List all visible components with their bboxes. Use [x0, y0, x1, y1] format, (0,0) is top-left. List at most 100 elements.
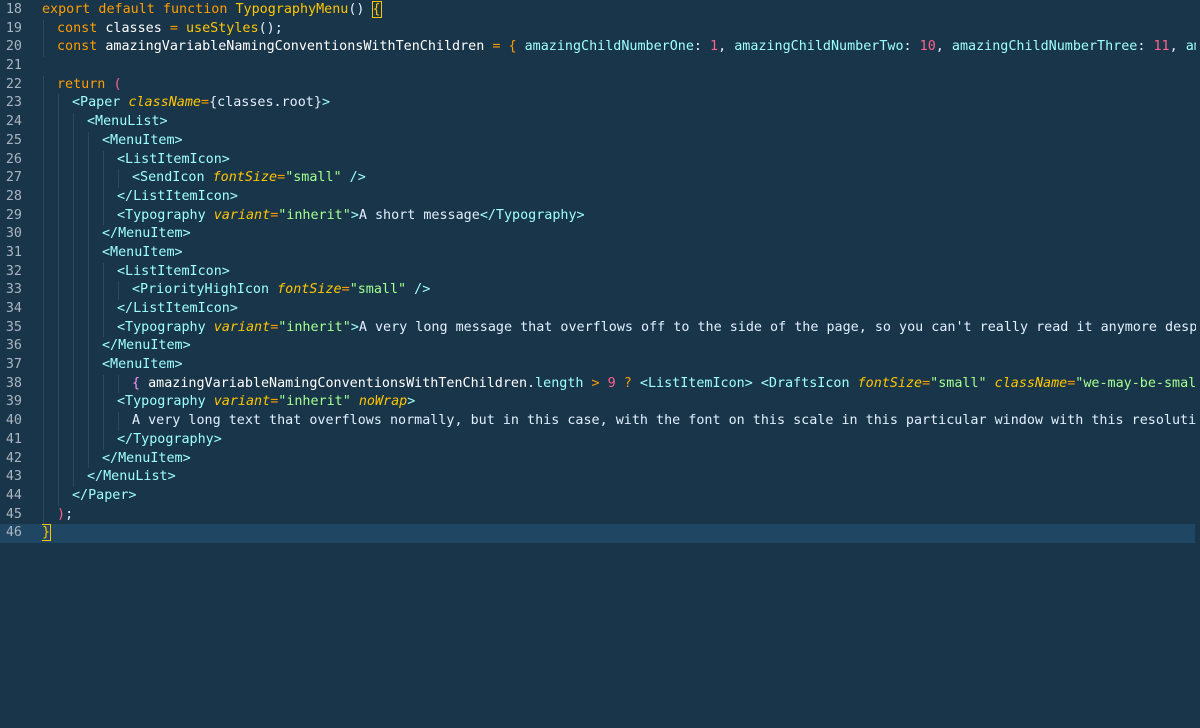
- code-token: const: [57, 20, 106, 36]
- code-line[interactable]: 33 <PriorityHighIcon fontSize="small" />: [0, 281, 1200, 300]
- code-token: />: [406, 282, 431, 298]
- code-token: }: [42, 524, 52, 542]
- indent-guide: [103, 187, 104, 207]
- code-token: amazingChildNumberOne: [524, 39, 694, 55]
- code-line[interactable]: 21: [0, 57, 1200, 76]
- indent-guide: [43, 449, 44, 469]
- indent-guide: [58, 449, 59, 469]
- code-content: <MenuList>: [87, 113, 1196, 132]
- code-line[interactable]: 19 const classes = useStyles();: [0, 19, 1200, 39]
- code-line[interactable]: 45);: [0, 505, 1200, 525]
- code-line[interactable]: 29 <Typography variant="inherit">A short …: [0, 206, 1200, 226]
- line-number: 26: [5, 151, 22, 167]
- code-token: variant: [213, 319, 271, 335]
- indent-guide: [88, 131, 89, 151]
- indent-guide: [43, 187, 44, 207]
- indent-guide: [73, 281, 74, 300]
- indent-guide: [58, 374, 59, 394]
- code-content: <MenuItem>: [102, 132, 1196, 151]
- code-content: <Typography variant="inherit" noWrap>: [117, 393, 1196, 412]
- indent-guide: [73, 169, 74, 188]
- code-line[interactable]: 41 </Typography>: [0, 430, 1200, 450]
- code-line[interactable]: 35 <Typography variant="inherit">A very l…: [0, 318, 1200, 338]
- code-line[interactable]: 34 </ListItemIcon>: [0, 300, 1200, 319]
- indent-guide: [88, 206, 89, 226]
- code-line[interactable]: 42 </MenuItem>: [0, 449, 1200, 469]
- code-line[interactable]: 37 <MenuItem>: [0, 356, 1200, 375]
- indent-guide: [43, 505, 44, 525]
- indent-guide: [103, 430, 104, 450]
- code-line[interactable]: 18 export default function TypographyMenu…: [0, 1, 1200, 20]
- indent-guide: [43, 262, 44, 282]
- code-token: >: [321, 95, 330, 111]
- line-number: 19: [5, 20, 22, 36]
- code-token: <MenuList>: [87, 114, 168, 130]
- code-token: .: [527, 375, 536, 391]
- code-line[interactable]: 43 </MenuList>: [0, 468, 1200, 487]
- code-line[interactable]: 27 <SendIcon fontSize="small" />: [0, 169, 1200, 188]
- indent-guide: [73, 262, 74, 282]
- code-token: </ListItemIcon>: [117, 301, 238, 316]
- code-line[interactable]: 31 <MenuItem>: [0, 243, 1200, 263]
- code-line[interactable]: 40 A very long text that overflows normal…: [0, 412, 1200, 431]
- indent-guide: [88, 243, 89, 263]
- code-token: return: [57, 76, 114, 92]
- code-line[interactable]: 23 <Paper className={classes.root}>: [0, 94, 1200, 114]
- line-number: 20: [5, 39, 22, 55]
- code-line[interactable]: 25 <MenuItem>: [0, 131, 1200, 151]
- code-token: ,: [935, 39, 952, 55]
- code-token: (): [348, 2, 373, 17]
- code-line[interactable]: 20 const amazingVariableNamingConventions…: [0, 38, 1200, 58]
- code-content: return (: [57, 76, 1196, 95]
- code-token: {classes.root}: [209, 95, 322, 111]
- code-line[interactable]: 46}: [0, 524, 1195, 543]
- code-line[interactable]: 38 { amazingVariableNamingConventionsWith…: [0, 374, 1200, 394]
- code-line[interactable]: 30 </MenuItem>: [0, 225, 1200, 244]
- code-content: </MenuItem>: [102, 337, 1196, 356]
- code-token: amazingChildNumb: [1185, 39, 1196, 55]
- code-token: "inherit": [278, 207, 351, 223]
- code-token: classes: [105, 20, 170, 36]
- indent-guide: [73, 468, 74, 487]
- code-line[interactable]: 39 <Typography variant="inherit" noWrap>: [0, 393, 1200, 413]
- indent-guide: [43, 337, 44, 357]
- indent-guide: [103, 169, 104, 188]
- indent-guide: [58, 94, 59, 114]
- code-line[interactable]: 22 return (: [0, 75, 1200, 95]
- code-line[interactable]: 32 <ListItemIcon>: [0, 262, 1200, 282]
- indent-guide: [43, 468, 44, 487]
- code-token: <ListItemIcon>: [117, 151, 230, 167]
- code-token: const: [57, 39, 106, 55]
- indent-guide: [73, 225, 74, 244]
- code-token: variant: [213, 394, 271, 410]
- code-line[interactable]: 28 </ListItemIcon>: [0, 187, 1200, 207]
- code-content: <ListItemIcon>: [117, 263, 1196, 282]
- code-line[interactable]: 44 </Paper>: [0, 486, 1200, 506]
- line-number: 39: [5, 394, 22, 410]
- code-editor[interactable]: 18 export default function TypographyMenu…: [0, 0, 1200, 728]
- code-token: </Typography>: [479, 207, 585, 223]
- line-number: 33: [5, 282, 22, 298]
- code-line[interactable]: 24 <MenuList>: [0, 113, 1200, 132]
- code-line[interactable]: 26 <ListItemIcon>: [0, 150, 1200, 170]
- code-token: (): [258, 20, 275, 36]
- indent-guide: [58, 356, 59, 375]
- code-line[interactable]: 36 </MenuItem>: [0, 337, 1200, 357]
- code-token: <Typography: [117, 207, 214, 223]
- indent-guide: [58, 187, 59, 207]
- indent-guide: [88, 393, 89, 413]
- code-token: length: [535, 375, 592, 391]
- indent-guide: [58, 393, 59, 413]
- code-token: >: [407, 394, 416, 410]
- code-content: <ListItemIcon>: [117, 151, 1196, 170]
- indent-guide: [58, 486, 59, 506]
- indent-guide: [58, 281, 59, 300]
- code-token: amazingVariableNamingConventionsWithTenC…: [148, 375, 528, 391]
- code-content: <Typography variant="inherit">A short me…: [117, 207, 1196, 226]
- line-number: 35: [5, 319, 22, 335]
- indent-guide: [58, 412, 59, 431]
- code-token: (: [113, 76, 122, 92]
- code-content: </Paper>: [72, 487, 1196, 506]
- line-number: 42: [5, 450, 22, 466]
- indent-guide: [43, 356, 44, 375]
